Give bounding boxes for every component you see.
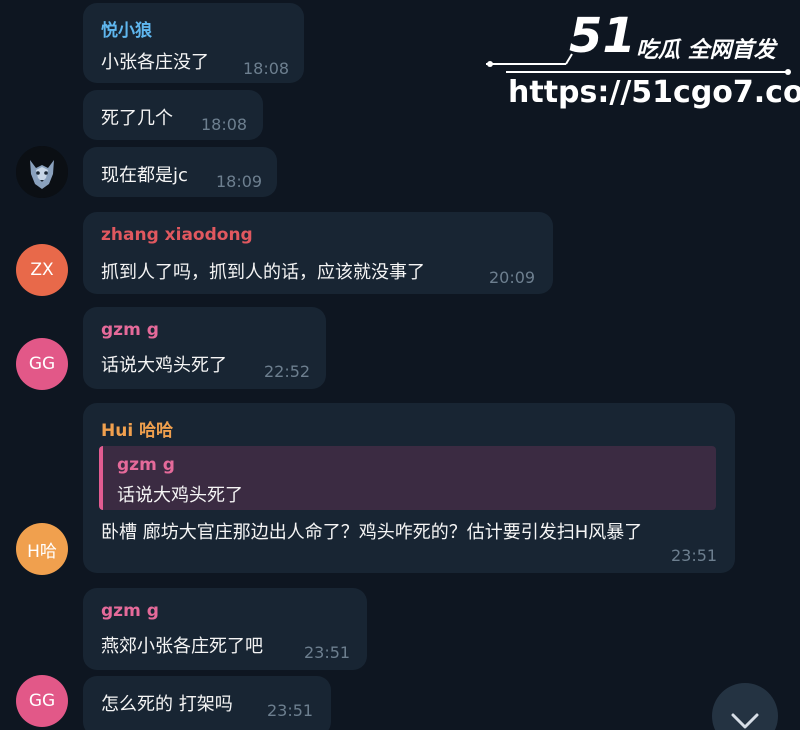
wolf-avatar-icon-graphic <box>16 146 68 198</box>
scroll-down-button[interactable] <box>712 683 778 730</box>
avatar-zx[interactable]: ZX <box>16 244 68 296</box>
message-time: 22:52 <box>264 362 311 381</box>
message-time: 23:51 <box>267 701 314 720</box>
message-text: 卧槽 廊坊大官庄那边出人命了？鸡头咋死的？估计要引发扫H风暴了 <box>101 522 643 543</box>
message-time: 18:08 <box>243 59 290 78</box>
watermark: 51 吃瓜 全网首发 https://51cgo7.com <box>486 6 800 118</box>
avatar-gg[interactable]: GG <box>16 675 68 727</box>
message-text: 小张各庄没了 <box>101 52 209 73</box>
wolf-avatar-icon[interactable] <box>16 146 68 198</box>
sender-name[interactable]: gzm g <box>101 320 159 340</box>
message-bubble[interactable]: 现在都是jc 18:09 <box>83 147 277 197</box>
message-bubble[interactable]: gzm g 话说大鸡头死了 22:52 <box>83 307 326 389</box>
message-time: 18:08 <box>201 115 248 134</box>
chevron-down-icon <box>731 713 759 729</box>
message-bubble[interactable]: 怎么死的 打架吗 23:51 <box>83 676 331 730</box>
sender-name[interactable]: 悦小狼 <box>101 16 152 41</box>
message-text: 怎么死的 打架吗 <box>101 694 233 715</box>
message-time: 23:51 <box>304 643 351 662</box>
message-time: 18:09 <box>216 172 263 191</box>
message-text: 话说大鸡头死了 <box>101 355 227 376</box>
message-text: 燕郊小张各庄死了吧 <box>101 636 263 657</box>
watermark-url: https://51cgo7.com <box>508 75 800 110</box>
message-time: 23:51 <box>671 546 718 565</box>
sender-name[interactable]: zhang xiaodong <box>101 225 253 245</box>
message-bubble[interactable]: 死了几个 18:08 <box>83 90 263 140</box>
sender-name[interactable]: gzm g <box>101 601 159 621</box>
avatar-hui[interactable]: H哈 <box>16 523 68 575</box>
message-bubble[interactable]: Hui 哈哈 gzm g 话说大鸡头死了 卧槽 廊坊大官庄那边出人命了？鸡头咋死… <box>83 403 735 573</box>
reply-quote[interactable]: gzm g 话说大鸡头死了 <box>99 446 716 510</box>
chat-window: 悦小狼 小张各庄没了 18:08 死了几个 18:08 现在都是jc 18:09… <box>0 0 800 730</box>
message-text: 现在都是jc <box>101 165 188 186</box>
message-bubble[interactable]: zhang xiaodong 抓到人了吗，抓到人的话，应该就没事了 20:09 <box>83 212 553 294</box>
message-text: 抓到人了吗，抓到人的话，应该就没事了 <box>101 262 425 283</box>
avatar-gg[interactable]: GG <box>16 338 68 390</box>
message-text: 死了几个 <box>101 108 173 129</box>
message-bubble[interactable]: 悦小狼 小张各庄没了 18:08 <box>83 3 304 83</box>
sender-name[interactable]: Hui 哈哈 <box>101 416 173 441</box>
reply-sender-name: gzm g <box>117 455 175 475</box>
message-bubble[interactable]: gzm g 燕郊小张各庄死了吧 23:51 <box>83 588 367 670</box>
message-time: 20:09 <box>489 268 536 287</box>
reply-text: 话说大鸡头死了 <box>117 485 243 506</box>
